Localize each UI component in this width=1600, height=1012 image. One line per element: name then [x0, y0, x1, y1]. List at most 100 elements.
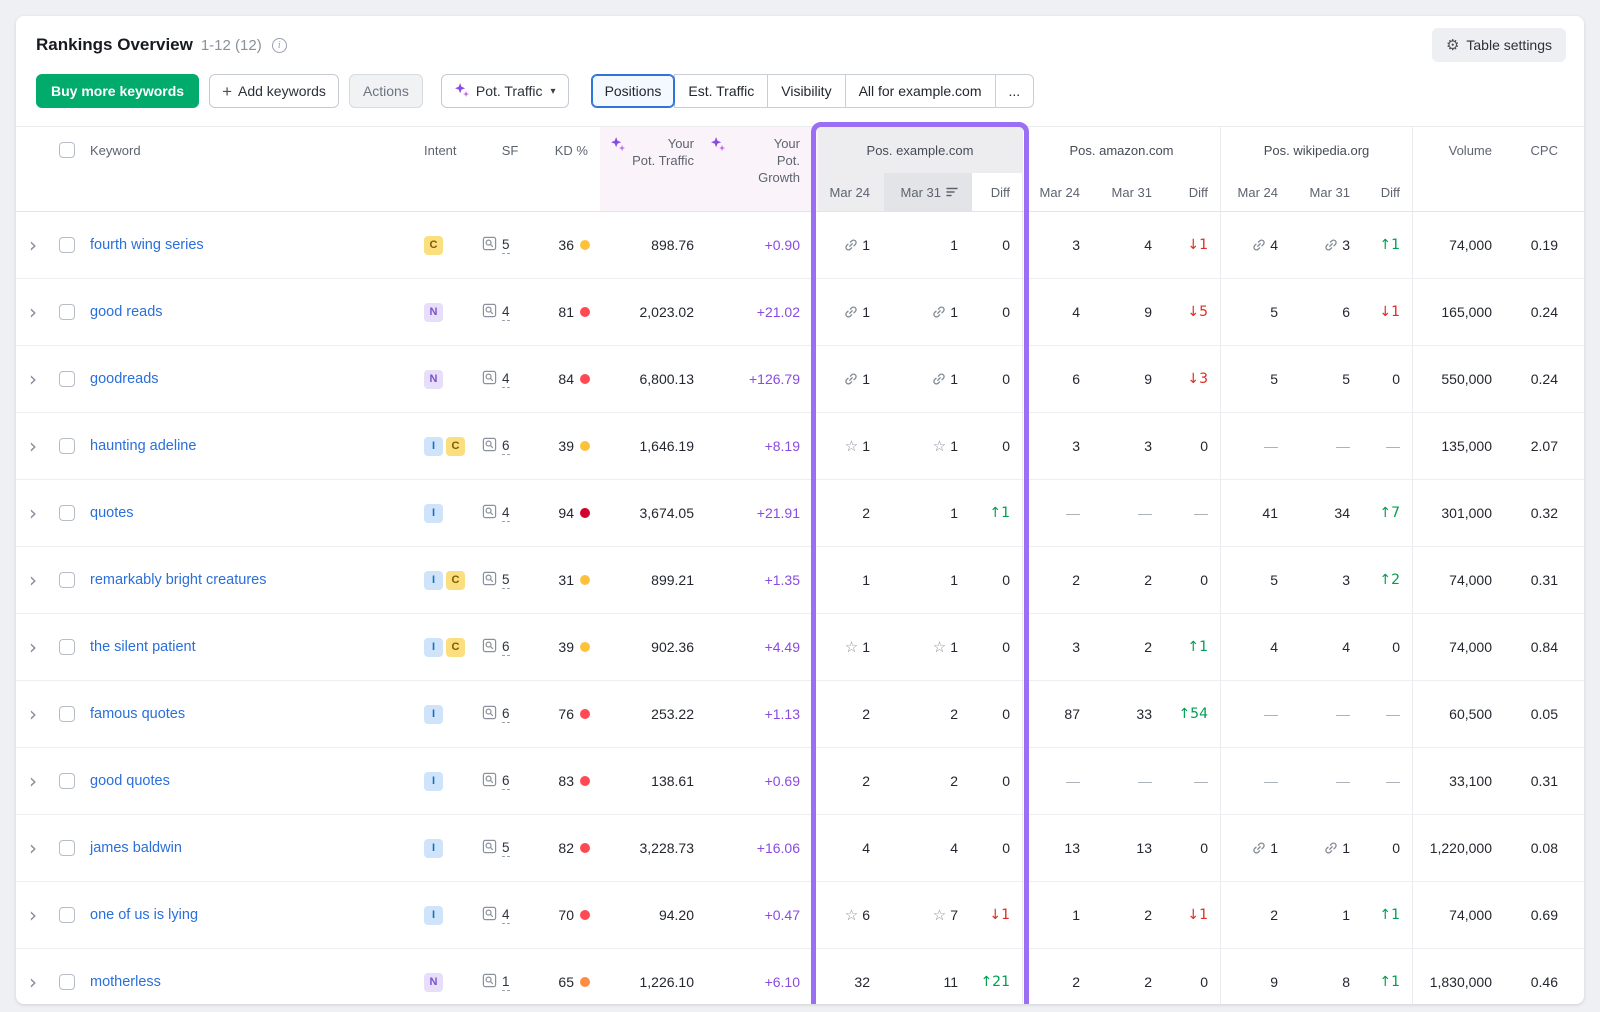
tab-visibility[interactable]: Visibility — [767, 74, 845, 108]
serp-features-count[interactable]: 6 — [502, 772, 510, 791]
select-all-checkbox[interactable] — [59, 142, 75, 158]
keyword-link[interactable]: good quotes — [90, 773, 170, 789]
col-cpc[interactable]: CPC — [1512, 127, 1584, 173]
serp-features-count[interactable]: 4 — [502, 370, 510, 389]
expand-chevron-icon[interactable]: › — [29, 637, 37, 657]
pos-wikipedia-mar24-cell: 41 — [1220, 480, 1292, 546]
table-header: Keyword Intent SF KD % YourPot. Traffic … — [16, 126, 1584, 212]
subcol-example-mar24[interactable]: Mar 24 — [818, 173, 884, 211]
kd-value: 84 — [558, 371, 574, 387]
keyword-link[interactable]: remarkably bright creatures — [90, 572, 267, 588]
col-sf[interactable]: SF — [482, 127, 538, 173]
expand-chevron-icon[interactable]: › — [29, 972, 37, 992]
col-intent[interactable]: Intent — [424, 127, 482, 173]
serp-features-count[interactable]: 5 — [502, 839, 510, 858]
serp-features-cell: 5 — [482, 547, 538, 613]
keyword-link[interactable]: motherless — [90, 974, 161, 990]
keyword-link[interactable]: famous quotes — [90, 706, 185, 722]
serp-features-count[interactable]: 4 — [502, 303, 510, 322]
keyword-link[interactable]: james baldwin — [90, 840, 182, 856]
pos-example-diff-cell: 0 — [972, 614, 1022, 680]
row-checkbox[interactable] — [59, 438, 75, 454]
row-checkbox[interactable] — [59, 706, 75, 722]
expand-chevron-icon[interactable]: › — [29, 436, 37, 456]
kd-cell: 82 — [538, 815, 600, 881]
pos-example-mar24-cell: 1 — [818, 547, 884, 613]
col-kd[interactable]: KD % — [538, 127, 600, 173]
pot-traffic-cell: 902.36 — [600, 614, 710, 680]
serp-features-count[interactable]: 6 — [502, 437, 510, 456]
row-checkbox[interactable] — [59, 840, 75, 856]
star-icon: ☆ — [845, 439, 858, 454]
add-keywords-button[interactable]: + Add keywords — [209, 74, 339, 108]
actions-button[interactable]: Actions — [349, 74, 423, 108]
row-checkbox[interactable] — [59, 237, 75, 253]
serp-features-cell: 6 — [482, 681, 538, 747]
subcol-wikipedia-diff[interactable]: Diff — [1364, 173, 1412, 211]
col-pot-traffic[interactable]: YourPot. Traffic — [600, 127, 710, 211]
keyword-link[interactable]: goodreads — [90, 371, 159, 387]
expand-chevron-icon[interactable]: › — [29, 838, 37, 858]
expand-chevron-icon[interactable]: › — [29, 771, 37, 791]
expand-chevron-icon[interactable]: › — [29, 369, 37, 389]
tab-more[interactable]: ... — [995, 74, 1035, 108]
pos-amazon-diff-cell: 0 — [1166, 815, 1220, 881]
subcol-amazon-diff[interactable]: Diff — [1166, 173, 1220, 211]
col-volume[interactable]: Volume — [1412, 127, 1512, 173]
subcol-wikipedia-mar31[interactable]: Mar 31 — [1292, 173, 1364, 211]
row-checkbox[interactable] — [59, 304, 75, 320]
buy-more-keywords-button[interactable]: Buy more keywords — [36, 74, 199, 108]
serp-features-count[interactable]: 4 — [502, 906, 510, 925]
volume-cell: 165,000 — [1412, 279, 1512, 345]
expand-chevron-icon[interactable]: › — [29, 704, 37, 724]
col-pot-growth[interactable]: YourPot. Growth — [710, 127, 818, 211]
group-pos-amazon[interactable]: Pos. amazon.com — [1022, 127, 1220, 173]
group-pos-wikipedia[interactable]: Pos. wikipedia.org — [1220, 127, 1412, 173]
keyword-link[interactable]: good reads — [90, 304, 163, 320]
serp-features-count[interactable]: 1 — [502, 973, 510, 992]
subcol-amazon-mar24[interactable]: Mar 24 — [1022, 173, 1094, 211]
subcol-amazon-mar31[interactable]: Mar 31 — [1094, 173, 1166, 211]
info-icon[interactable]: i — [272, 38, 287, 53]
row-checkbox[interactable] — [59, 639, 75, 655]
col-keyword[interactable]: Keyword — [84, 127, 424, 173]
metric-dropdown[interactable]: Pot. Traffic ▾ — [441, 74, 569, 108]
keyword-link[interactable]: one of us is lying — [90, 907, 198, 923]
keyword-link[interactable]: quotes — [90, 505, 134, 521]
row-checkbox[interactable] — [59, 505, 75, 521]
pos-wikipedia-diff-cell: 0 — [1364, 614, 1412, 680]
expand-chevron-icon[interactable]: › — [29, 905, 37, 925]
row-checkbox[interactable] — [59, 371, 75, 387]
serp-features-count[interactable]: 5 — [502, 571, 510, 590]
volume-cell: 33,100 — [1412, 748, 1512, 814]
keyword-link[interactable]: the silent patient — [90, 639, 196, 655]
serp-features-count[interactable]: 6 — [502, 705, 510, 724]
expand-chevron-icon[interactable]: › — [29, 302, 37, 322]
subcol-wikipedia-mar24[interactable]: Mar 24 — [1220, 173, 1292, 211]
tab-est-traffic[interactable]: Est. Traffic — [674, 74, 768, 108]
serp-features-count[interactable]: 4 — [502, 504, 510, 523]
serp-features-count[interactable]: 5 — [502, 236, 510, 255]
keyword-link[interactable]: fourth wing series — [90, 237, 204, 253]
serp-features-count[interactable]: 6 — [502, 638, 510, 657]
tab-positions[interactable]: Positions — [591, 74, 676, 108]
serp-features-icon — [482, 571, 497, 589]
row-checkbox[interactable] — [59, 572, 75, 588]
expand-chevron-icon[interactable]: › — [29, 235, 37, 255]
intent-badge-i: I — [424, 839, 443, 858]
tab-all-for-domain[interactable]: All for example.com — [845, 74, 996, 108]
row-checkbox[interactable] — [59, 974, 75, 990]
keyword-link[interactable]: haunting adeline — [90, 438, 196, 454]
subcol-example-mar31-sorted[interactable]: Mar 31 — [884, 173, 972, 211]
cpc-cell: 0.84 — [1512, 614, 1584, 680]
subcol-example-diff[interactable]: Diff — [972, 173, 1022, 211]
expand-chevron-icon[interactable]: › — [29, 503, 37, 523]
group-pos-example[interactable]: Pos. example.com — [818, 127, 1022, 173]
table-settings-button[interactable]: ⚙ Table settings — [1432, 28, 1566, 62]
keyword-cell: motherless — [84, 949, 424, 1004]
pos-wikipedia-diff-cell: — — [1364, 748, 1412, 814]
pos-amazon-mar31-cell: 2 — [1094, 949, 1166, 1004]
row-checkbox[interactable] — [59, 773, 75, 789]
row-checkbox[interactable] — [59, 907, 75, 923]
expand-chevron-icon[interactable]: › — [29, 570, 37, 590]
